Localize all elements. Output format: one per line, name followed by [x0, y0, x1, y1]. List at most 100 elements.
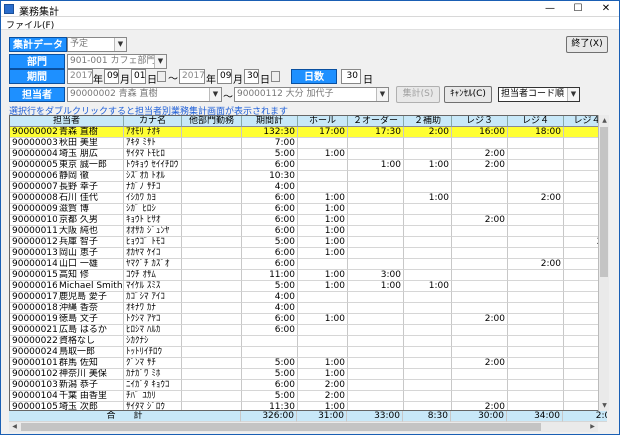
table-cell: [348, 402, 404, 410]
table-cell: [348, 259, 404, 270]
column-header[interactable]: ２補助: [404, 116, 452, 127]
exit-button[interactable]: 終了(X): [566, 36, 608, 53]
sort-order-select[interactable]: 担当者コード順 ▼: [498, 87, 580, 102]
table-cell: 5:00: [242, 281, 298, 292]
table-row[interactable]: 90000016 Michael Smith ﾏｲｹﾙ ｽﾐｽ 5:00 1:00 1:0…: [10, 281, 606, 292]
table-row[interactable]: 90000015 高知 修ｺｳﾁ ｵｻﾑ 11:00 1:00 3:00: [10, 270, 606, 281]
table-row[interactable]: 90000019 徳島 文子 ﾄｸｼﾏ ｱﾔｺ 6:00 1:00 2:00: [10, 314, 606, 325]
to-month-field[interactable]: 09: [217, 69, 232, 84]
column-header[interactable]: 他部門勤務: [182, 116, 242, 127]
table-row[interactable]: 90000018 沖縄 香奈 ｵｷﾅﾜ ｶﾅ 4:00: [10, 303, 606, 314]
table-row[interactable]: 90000007 長野 幸子 ﾅｶﾞﾉ ｻﾁｺ 4:00: [10, 182, 606, 193]
table-cell: ｵｷﾅﾜ ｶﾅ: [124, 303, 182, 314]
scroll-down-icon[interactable]: ▼: [599, 400, 610, 411]
maximize-button[interactable]: ☐: [565, 1, 591, 16]
vertical-scrollbar[interactable]: ▲ ▼: [598, 115, 609, 411]
table-cell: 10:30: [242, 171, 298, 182]
aggregate-button[interactable]: 集計(S): [396, 86, 440, 103]
table-row[interactable]: 90000008 石川 佳代 ｲｼｶﾜ ｶﾖ 6:00 1:00 1:00 2:00: [10, 193, 606, 204]
to-year-field[interactable]: 2017: [179, 69, 205, 84]
close-button[interactable]: ✕: [593, 1, 619, 16]
scroll-thumb[interactable]: [21, 423, 541, 431]
chevron-down-icon[interactable]: ▼: [209, 88, 221, 101]
staff-from-select[interactable]: 90000002 青森 直樹 ▼: [67, 87, 222, 102]
table-cell: [348, 325, 404, 336]
table-cell: 7:00: [242, 138, 298, 149]
table-row[interactable]: 90000022 資格なし ｼｶｸﾅｼ: [10, 336, 606, 347]
table-cell: 2:00: [452, 358, 508, 369]
table-row[interactable]: 90000005 東京 誠一郎 ﾄｳｷｮｳ ｾｲｲﾁﾛｳ 6:00 1:00 1:00 2:…: [10, 160, 606, 171]
chevron-down-icon[interactable]: ▼: [114, 38, 126, 51]
to-calendar-button[interactable]: [271, 71, 280, 82]
scroll-thumb[interactable]: [600, 127, 608, 277]
column-header[interactable]: ホール: [298, 116, 348, 127]
column-header[interactable]: レジ４: [508, 116, 564, 127]
chevron-down-icon[interactable]: ▼: [154, 55, 166, 68]
table-row[interactable]: 90000004 埼玉 朋広 ｻｲﾀﾏ ﾄﾓﾋﾛ 5:00 1:00 2:00: [10, 149, 606, 160]
dept-select[interactable]: 901-001 カフェ部門 ▼: [67, 54, 167, 69]
table-row[interactable]: 90000013 岡山 恵子 ｵｶﾔﾏ ｹｲｺ 6:00 1:00: [10, 248, 606, 259]
staff-code-cell: 90000022: [10, 336, 57, 347]
table-cell: 17:00: [298, 127, 348, 138]
from-year-field[interactable]: 2017: [67, 69, 93, 84]
table-cell: ｸﾞﾝﾏ ｻﾁ: [124, 358, 182, 369]
staff-to-select[interactable]: 90000112 大分 加代子 ▼: [234, 87, 389, 102]
table-cell: ｼｶｸﾅｼ: [124, 336, 182, 347]
table-cell: [508, 314, 564, 325]
table-cell: 2:00: [508, 193, 564, 204]
table-row[interactable]: 90000002 青森 直樹 ｱｵﾓﾘ ﾅｵｷ 132:30 17:00 17:30 2:0…: [10, 127, 606, 138]
table-row[interactable]: 90000017 鹿児島 愛子 ｶｺﾞｼﾏ ｱｲｺ 4:00: [10, 292, 606, 303]
chevron-down-icon[interactable]: ▼: [567, 88, 579, 101]
month-char: 月: [120, 75, 130, 86]
table-cell: [452, 171, 508, 182]
from-calendar-button[interactable]: [157, 71, 166, 82]
from-day-field[interactable]: 01: [131, 69, 146, 84]
days-field[interactable]: 30: [341, 69, 361, 84]
table-cell: [508, 325, 564, 336]
staff-aggregate-table[interactable]: 担当者カナ名他部門勤務期間計ホール２オーダー２補助レジ３レジ４レジ４見キッチ90…: [9, 115, 607, 411]
table-cell: [508, 160, 564, 171]
table-row[interactable]: 90000006 静岡 徹ｼｽﾞｵｶ ﾄｵﾙ 10:30: [10, 171, 606, 182]
column-header[interactable]: ２オーダー: [348, 116, 404, 127]
table-row[interactable]: 90000010 京都 久男 ｷｮｳﾄ ﾋｻｵ 6:00 1:00 2:00: [10, 215, 606, 226]
table-cell: [404, 237, 452, 248]
from-month-field[interactable]: 09: [104, 69, 119, 84]
to-day-field[interactable]: 30: [244, 69, 259, 84]
chevron-down-icon[interactable]: ▼: [376, 88, 388, 101]
table-cell: 1:00: [404, 281, 452, 292]
table-row[interactable]: 90000101 群馬 佐知 ｸﾞﾝﾏ ｻﾁ 5:00 1:00 2:00: [10, 358, 606, 369]
table-row[interactable]: 90000003 秋田 美里 ｱｷﾀ ﾐｻﾄ 7:00: [10, 138, 606, 149]
column-header[interactable]: 担当者: [10, 116, 124, 127]
minimize-button[interactable]: —: [537, 1, 563, 16]
table-cell: [182, 281, 242, 292]
table-cell: [298, 347, 348, 358]
table-row[interactable]: 90000102 神奈川 美保 ｶﾅｶﾞﾜ ﾐﾎ 5:00 1:00: [10, 369, 606, 380]
column-header[interactable]: 期間計: [242, 116, 298, 127]
table-row[interactable]: 90000024 鳥取一郎 ﾄｯﾄﾘｲﾁﾛｳ: [10, 347, 606, 358]
table-row[interactable]: 90000104 千葉 由香里 ﾁﾊﾞ ﾕｶﾘ 5:00 2:00: [10, 391, 606, 402]
table-row[interactable]: 90000105 埼玉 次郎 ｻｲﾀﾏ ｼﾞﾛｳ 11:30 1:00 2:00: [10, 402, 606, 410]
menu-file[interactable]: ファイル(F): [6, 18, 54, 31]
table-row[interactable]: 90000021 広島 はるか ﾋﾛｼﾏ ﾊﾙｶ 6:00: [10, 325, 606, 336]
table-cell: [348, 358, 404, 369]
table-cell: ｲｼｶﾜ ｶﾖ: [124, 193, 182, 204]
table-row[interactable]: 90000011 大阪 純也 ｵｵｻｶ ｼﾞｭﾝﾔ 6:00 1:00: [10, 226, 606, 237]
scroll-left-icon[interactable]: ◀: [9, 421, 20, 432]
table-cell: [508, 358, 564, 369]
table-cell: [404, 138, 452, 149]
table-cell: [404, 149, 452, 160]
table-row[interactable]: 90000014 山口 一雄 ﾔﾏｸﾞﾁ ｶｽﾞｵ 6:00 2:00: [10, 259, 606, 270]
table-row[interactable]: 90000012兵庫 智子ﾋｮｳｺﾞ ﾄﾓｺ5:001:002:00: [10, 237, 606, 248]
aggregate-data-select[interactable]: 予定 ▼: [67, 37, 127, 52]
table-row[interactable]: 90000103 新潟 恭子 ﾆｲｶﾞﾀ ｷｮｳｺ 6:00 2:00: [10, 380, 606, 391]
table-cell: [348, 215, 404, 226]
table-cell: [404, 391, 452, 402]
cancel-button[interactable]: ｷｬﾝｾﾙ(C): [444, 86, 492, 103]
scroll-right-icon[interactable]: ▶: [587, 421, 598, 432]
total-cell: 31:00: [297, 411, 347, 422]
column-header[interactable]: カナ名: [124, 116, 182, 127]
horizontal-scrollbar[interactable]: ◀ ▶: [9, 422, 598, 432]
table-row[interactable]: 90000009 滋賀 博ｼｶﾞ ﾋﾛｼ 6:00 1:00: [10, 204, 606, 215]
column-header[interactable]: レジ３: [452, 116, 508, 127]
scroll-up-icon[interactable]: ▲: [599, 115, 610, 126]
